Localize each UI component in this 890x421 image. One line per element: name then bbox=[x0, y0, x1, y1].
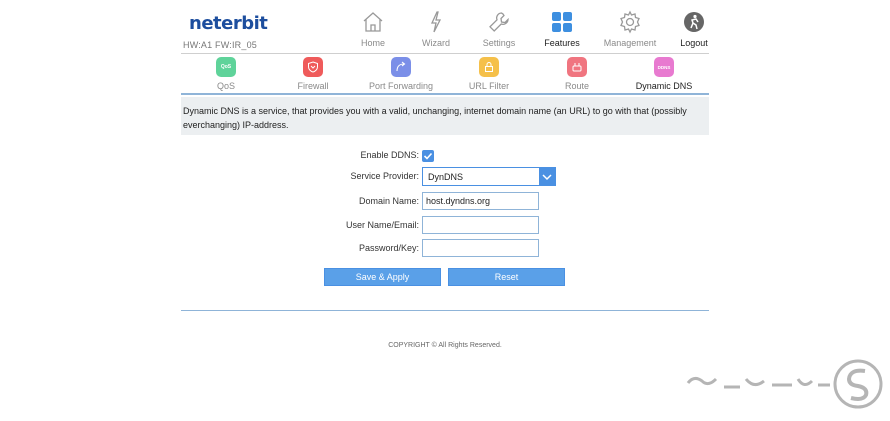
watermark-logo bbox=[686, 359, 883, 409]
nav-management[interactable]: Management bbox=[594, 10, 666, 48]
header: neterbit HW:A1 FW:IR_05 Home Wizard Sett… bbox=[181, 0, 709, 54]
username-input[interactable] bbox=[422, 216, 539, 234]
domain-name-input[interactable] bbox=[422, 192, 539, 210]
brand-logo: neterbit bbox=[189, 13, 268, 34]
service-provider-select[interactable]: DynDNS bbox=[422, 167, 556, 186]
header-divider bbox=[181, 53, 709, 54]
copyright-text: COPYRIGHT © All Rights Reserved. bbox=[388, 342, 502, 349]
wrench-icon bbox=[489, 12, 509, 32]
nav-features[interactable]: Features bbox=[526, 10, 598, 48]
password-input[interactable] bbox=[422, 239, 539, 257]
password-label: Password/Key: bbox=[358, 243, 419, 253]
username-label: User Name/Email: bbox=[345, 220, 419, 230]
hw-fw-version: HW:A1 FW:IR_05 bbox=[183, 40, 257, 50]
service-provider-label: Service Provider: bbox=[350, 171, 419, 181]
subnav-route[interactable]: Route bbox=[532, 57, 622, 91]
row-password: Password/Key: bbox=[181, 239, 709, 259]
row-username: User Name/Email: bbox=[181, 216, 709, 236]
feature-subnav: QoS QoS Firewall Port Forwarding URL Fil… bbox=[181, 55, 709, 93]
enable-ddns-label: Enable DDNS: bbox=[360, 150, 419, 160]
subnav-url-filter[interactable]: URL Filter bbox=[444, 57, 534, 91]
subnav-port-forwarding[interactable]: Port Forwarding bbox=[356, 57, 446, 91]
row-domain-name: Domain Name: bbox=[181, 192, 709, 212]
nav-home[interactable]: Home bbox=[337, 10, 409, 48]
checkmark-icon bbox=[423, 152, 433, 160]
subnav-firewall[interactable]: Firewall bbox=[268, 57, 358, 91]
wizard-icon bbox=[430, 11, 442, 33]
chevron-down-icon bbox=[539, 168, 555, 185]
enable-ddns-checkbox[interactable] bbox=[422, 150, 434, 162]
subnav-dynamic-dns[interactable]: DDNS Dynamic DNS bbox=[619, 57, 709, 91]
route-icon bbox=[567, 57, 587, 77]
row-enable-ddns: Enable DDNS: bbox=[181, 146, 709, 166]
subnav-underline bbox=[181, 93, 709, 95]
ddns-icon: DDNS bbox=[654, 57, 674, 77]
home-icon bbox=[363, 12, 383, 32]
grid-icon bbox=[552, 12, 572, 32]
page-description: Dynamic DNS is a service, that provides … bbox=[181, 97, 709, 135]
save-apply-button[interactable]: Save & Apply bbox=[324, 268, 441, 286]
gear-icon bbox=[620, 10, 640, 34]
domain-name-label: Domain Name: bbox=[358, 196, 419, 206]
nav-settings[interactable]: Settings bbox=[463, 10, 535, 48]
firewall-icon bbox=[303, 57, 323, 77]
row-service-provider: Service Provider: DynDNS bbox=[181, 167, 709, 187]
url-filter-icon bbox=[479, 57, 499, 77]
logout-icon bbox=[684, 12, 704, 32]
nav-logout[interactable]: Logout bbox=[658, 10, 730, 48]
port-forwarding-icon bbox=[391, 57, 411, 77]
qos-icon: QoS bbox=[216, 57, 236, 77]
footer-divider bbox=[181, 310, 709, 311]
reset-button[interactable]: Reset bbox=[448, 268, 565, 286]
subnav-qos[interactable]: QoS QoS bbox=[181, 57, 271, 91]
nav-wizard[interactable]: Wizard bbox=[400, 10, 472, 48]
